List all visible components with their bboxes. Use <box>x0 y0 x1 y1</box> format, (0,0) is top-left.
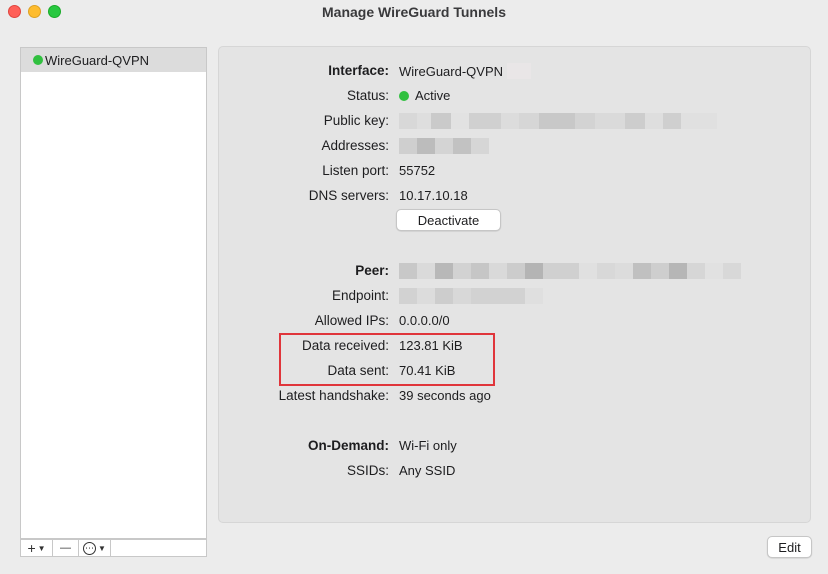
peer-row: Peer: <box>219 263 812 281</box>
tunnel-details-panel: Interface: WireGuard-QVPN Status: Active… <box>218 46 811 523</box>
public-key-row: Public key: <box>219 113 812 131</box>
status-value: Active <box>399 88 450 103</box>
more-actions-button[interactable]: ⋯ ▼ <box>79 540 111 556</box>
dns-servers-value: 10.17.10.18 <box>399 188 468 203</box>
endpoint-row: Endpoint: <box>219 288 812 306</box>
addresses-row: Addresses: <box>219 138 812 156</box>
public-key-label: Public key: <box>323 113 389 128</box>
tunnel-list-toolbar: + ▼ — ⋯ ▼ <box>20 539 207 557</box>
allowed-ips-row: Allowed IPs: 0.0.0.0/0 <box>219 313 812 331</box>
latest-handshake-label: Latest handshake: <box>278 388 389 403</box>
data-sent-label: Data sent: <box>327 363 389 378</box>
redacted-region <box>399 288 543 304</box>
remove-tunnel-button[interactable]: — <box>53 540 79 556</box>
public-key-redacted <box>399 113 717 129</box>
addresses-label: Addresses: <box>321 138 389 153</box>
redacted-region <box>399 263 741 279</box>
listen-port-row: Listen port: 55752 <box>219 163 812 181</box>
active-status-icon <box>33 55 43 65</box>
interface-value: WireGuard-QVPN <box>399 63 532 79</box>
status-text: Active <box>415 88 451 103</box>
deactivate-button[interactable]: Deactivate <box>396 209 501 231</box>
latest-handshake-row: Latest handshake: 39 seconds ago <box>219 388 812 406</box>
redacted-region <box>507 63 532 79</box>
dns-servers-label: DNS servers: <box>308 188 389 203</box>
data-received-value: 123.81 KiB <box>399 338 463 353</box>
latest-handshake-value: 39 seconds ago <box>399 388 491 403</box>
listen-port-value: 55752 <box>399 163 436 178</box>
tunnel-list-item[interactable]: WireGuard-QVPN <box>21 48 206 72</box>
status-label: Status: <box>346 88 389 103</box>
status-row: Status: Active <box>219 88 812 106</box>
ssids-label: SSIDs: <box>346 463 389 478</box>
wireguard-window: Manage WireGuard Tunnels WireGuard-QVPN … <box>0 0 828 574</box>
edit-button[interactable]: Edit <box>767 536 812 558</box>
allowed-ips-value: 0.0.0.0/0 <box>399 313 450 328</box>
redacted-region <box>399 113 717 129</box>
listen-port-label: Listen port: <box>322 163 389 178</box>
data-received-label: Data received: <box>301 338 389 353</box>
chevron-down-icon: ▼ <box>98 543 106 553</box>
ssids-value: Any SSID <box>399 463 456 478</box>
chevron-down-icon: ▼ <box>37 543 46 553</box>
on-demand-row: On-Demand: Wi-Fi only <box>219 438 812 456</box>
redacted-region <box>399 138 489 154</box>
on-demand-label: On-Demand: <box>308 438 389 453</box>
on-demand-value: Wi-Fi only <box>399 438 457 453</box>
data-received-row: Data received: 123.81 KiB <box>219 338 812 356</box>
title-bar: Manage WireGuard Tunnels <box>0 0 828 24</box>
ellipsis-circle-icon: ⋯ <box>83 541 97 555</box>
window-title: Manage WireGuard Tunnels <box>322 4 506 20</box>
tunnel-name: WireGuard-QVPN <box>45 52 150 68</box>
endpoint-label: Endpoint: <box>331 288 389 303</box>
addresses-redacted <box>399 138 489 154</box>
dns-servers-row: DNS servers: 10.17.10.18 <box>219 188 812 206</box>
plus-icon: + <box>27 540 36 556</box>
peer-key-redacted <box>399 263 741 279</box>
data-sent-row: Data sent: 70.41 KiB <box>219 363 812 381</box>
ellipsis-glyph: ⋯ <box>85 542 95 553</box>
interface-label: Interface: <box>328 63 389 78</box>
ssids-row: SSIDs: Any SSID <box>219 463 812 481</box>
minus-icon: — <box>60 542 71 554</box>
active-status-icon <box>399 90 409 101</box>
tunnel-list: WireGuard-QVPN <box>20 47 207 539</box>
interface-name: WireGuard-QVPN <box>399 63 504 79</box>
peer-label: Peer: <box>355 263 389 278</box>
data-sent-value: 70.41 KiB <box>399 363 456 378</box>
interface-row: Interface: WireGuard-QVPN <box>219 63 812 81</box>
add-tunnel-button[interactable]: + ▼ <box>21 540 53 556</box>
allowed-ips-label: Allowed IPs: <box>314 313 389 328</box>
endpoint-redacted <box>399 288 543 304</box>
